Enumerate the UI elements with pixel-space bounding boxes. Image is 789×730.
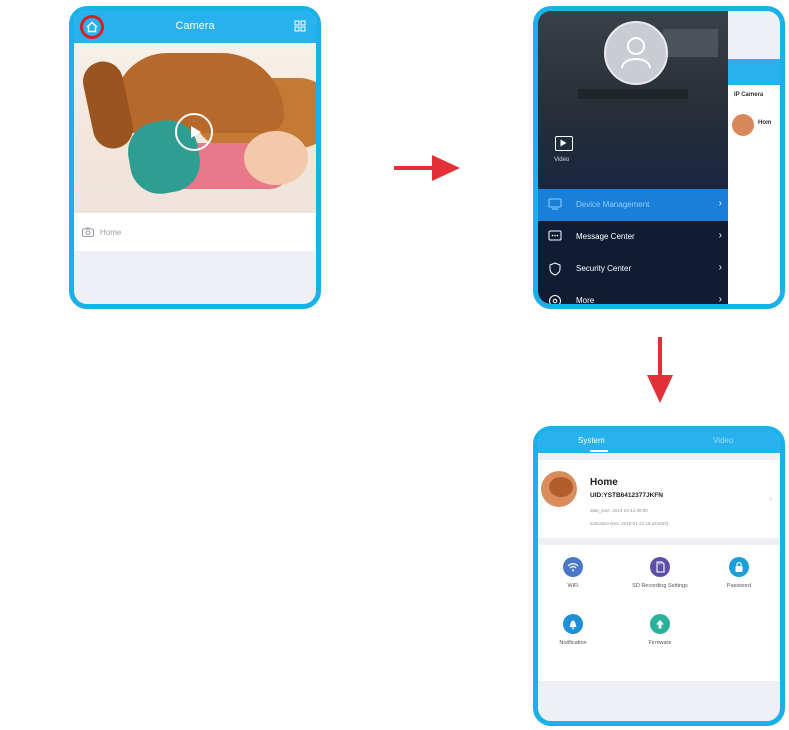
firmware-button[interactable]: Firmware	[625, 614, 695, 647]
menu-item-label: More	[576, 296, 595, 304]
background-image-shape	[578, 89, 688, 99]
device-settings-screen: System Video Home UID:YSTB6412377JKFN da…	[533, 426, 785, 726]
menu-header-background: Video	[538, 11, 728, 189]
device-activation-time: activation time: 2018-01-21 16:44:50(s)	[590, 521, 669, 526]
function-label: Password	[726, 583, 752, 589]
shield-icon	[549, 262, 561, 276]
menu-item-security-center[interactable]: Security Center ›	[538, 253, 728, 285]
active-tab-indicator	[590, 450, 608, 452]
lock-icon	[729, 557, 749, 577]
device-list-header	[728, 59, 780, 85]
menu-item-message-center[interactable]: Message Center ›	[538, 221, 728, 253]
device-list-name[interactable]: Hom	[758, 120, 771, 126]
play-icon	[560, 139, 567, 147]
chevron-right-icon: ›	[718, 262, 722, 273]
camera-caption-row[interactable]: Home	[74, 213, 316, 251]
chevron-right-icon: ›	[718, 198, 722, 209]
side-menu-screen: IP Camera Hom Video Device Management › …	[533, 6, 785, 309]
device-uid: UID:YSTB6412377JKFN	[590, 492, 663, 499]
menu-item-device-management[interactable]: Device Management ›	[538, 189, 728, 221]
side-menu: Video Device Management › Message Center…	[538, 11, 728, 304]
function-label: SD Recording Settings	[632, 583, 688, 589]
arrow-down-icon	[647, 337, 673, 403]
function-label: Notification	[559, 640, 587, 646]
camera-home-screen: Camera Home	[69, 6, 321, 309]
device-avatar-shape	[549, 477, 573, 497]
chevron-right-icon: ›	[718, 230, 722, 241]
camera-preview-thumbnail[interactable]	[74, 43, 316, 213]
camera-icon	[82, 227, 94, 237]
menu-item-label: Message Center	[576, 232, 635, 241]
device-list-panel: IP Camera Hom	[728, 59, 780, 304]
wifi-button[interactable]: WiFi	[538, 557, 608, 590]
baby-image-shape	[244, 131, 308, 185]
tab-system[interactable]: System	[578, 436, 605, 445]
sd-recording-button[interactable]: SD Recording Settings	[625, 557, 695, 590]
camera-name: Home	[100, 228, 122, 237]
chevron-right-icon: ›	[718, 294, 722, 304]
video-button[interactable]	[555, 136, 573, 151]
background-image-shape	[663, 29, 718, 57]
message-icon	[548, 230, 562, 241]
bell-icon	[563, 614, 583, 634]
user-avatar[interactable]	[604, 21, 668, 85]
play-icon	[191, 126, 201, 138]
password-button[interactable]: Password	[704, 557, 774, 590]
device-list-title: IP Camera	[734, 92, 764, 98]
upgrade-icon	[650, 614, 670, 634]
device-name: Home	[590, 477, 618, 488]
wifi-icon	[563, 557, 583, 577]
screen-title: Camera	[175, 20, 215, 32]
sd-card-icon	[650, 557, 670, 577]
grid-icon[interactable]	[294, 20, 306, 32]
device-date-time: date_time: 2013-03-14 00:00	[590, 508, 648, 513]
user-icon	[621, 37, 651, 69]
video-label: Video	[554, 157, 570, 163]
menu-item-more[interactable]: More ›	[538, 285, 728, 304]
function-grid: WiFi SD Recording Settings Password Noti…	[538, 545, 780, 681]
camera-header-bar: Camera	[74, 11, 316, 43]
function-label: Firmware	[648, 640, 672, 646]
tab-video[interactable]: Video	[713, 436, 733, 445]
menu-item-label: Security Center	[576, 264, 632, 273]
device-avatar	[541, 471, 577, 507]
more-icon	[549, 295, 561, 304]
chevron-right-icon: ›	[769, 494, 772, 503]
notification-button[interactable]: Notification	[538, 614, 608, 647]
device-icon	[548, 198, 562, 210]
device-info-card[interactable]: Home UID:YSTB6412377JKFN date_time: 2013…	[538, 460, 780, 538]
arrow-right-icon	[394, 155, 460, 181]
play-button[interactable]	[175, 113, 213, 151]
device-thumbnail[interactable]	[732, 114, 754, 136]
function-label: WiFi	[567, 583, 579, 589]
settings-tab-bar: System Video	[538, 431, 780, 453]
menu-item-label: Device Management	[576, 200, 650, 209]
